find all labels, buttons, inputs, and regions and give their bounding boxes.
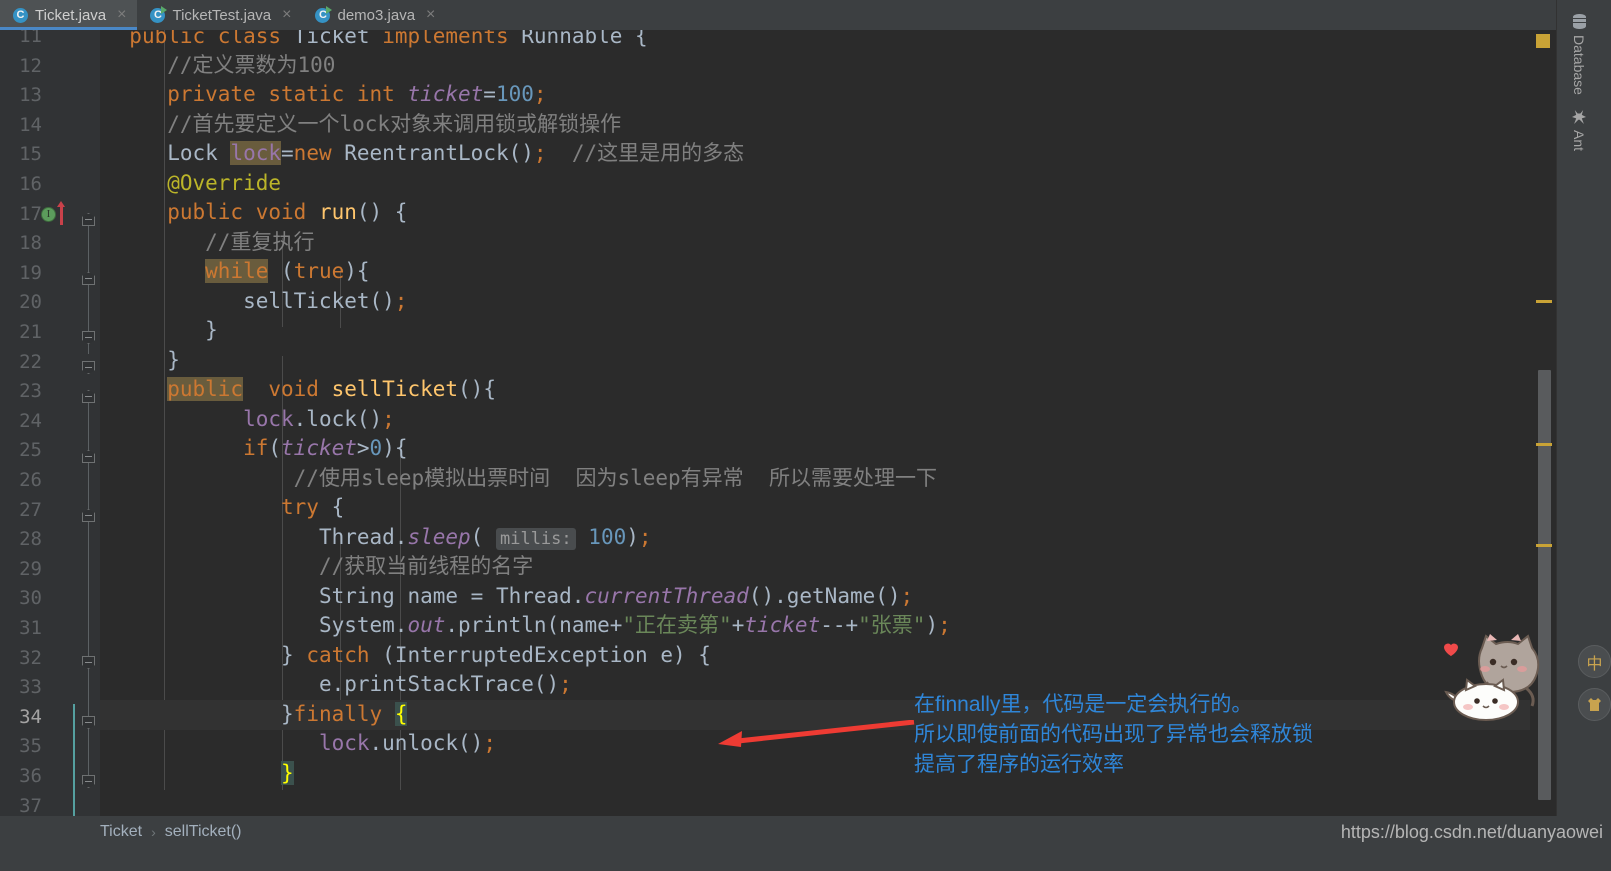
code-line-22[interactable]: } xyxy=(100,346,1530,376)
parameter-hint: millis: xyxy=(495,528,576,550)
code-line-13[interactable]: private static int ticket=100; xyxy=(100,80,1530,110)
code-line-12[interactable]: //定义票数为100 xyxy=(100,51,1530,81)
tool-tab-ant[interactable]: Ant xyxy=(1571,110,1587,151)
editor-tab-ticket-java[interactable]: Ticket.java × xyxy=(0,0,138,30)
fold-icon[interactable] xyxy=(82,213,95,226)
warning-marker[interactable] xyxy=(1536,34,1550,48)
code-line-24[interactable]: lock.lock(); xyxy=(100,405,1530,435)
line-number-gutter[interactable]: 11 12 13 14 15 16 17 18 19 20 21 22 23 24 25 26 27 28 29 30… xyxy=(0,30,100,816)
fold-icon[interactable] xyxy=(82,450,95,463)
implementing-method-icon[interactable] xyxy=(41,207,56,222)
java-class-icon xyxy=(13,7,28,23)
gutter-markers xyxy=(0,30,100,816)
fold-icon[interactable] xyxy=(82,331,95,344)
annotation-line-2: 所以即使前面的代码出现了异常也会释放锁 xyxy=(914,723,1313,746)
editor-tab-label: Ticket.java xyxy=(35,6,107,24)
editor-tab-demo3-java[interactable]: demo3.java × xyxy=(302,0,446,30)
editor-tab-label: TicketTest.java xyxy=(172,6,272,24)
tool-tab-label: Database xyxy=(1571,35,1587,95)
highlight-stripe xyxy=(1536,544,1552,547)
annotation-line-3: 提高了程序的运行效率 xyxy=(914,753,1124,776)
idea-editor-window: Ticket.java × TicketTest.java × demo3.ja… xyxy=(0,0,1611,871)
fold-icon[interactable] xyxy=(82,716,95,729)
highlight-stripe xyxy=(1536,443,1552,446)
code-line-31[interactable]: System.out.println(name+"正在卖第"+ticket--+… xyxy=(100,611,1530,641)
breadcrumb-item-class[interactable]: Ticket xyxy=(100,823,142,841)
current-scope-indicator xyxy=(73,704,75,816)
fold-icon[interactable] xyxy=(82,361,95,374)
ime-chinese-mode-button[interactable]: 中 xyxy=(1578,645,1611,678)
fold-icon[interactable] xyxy=(82,272,95,285)
code-line-11[interactable]: public class Ticket implements Runnable … xyxy=(100,30,1530,52)
chevron-right-icon: › xyxy=(151,824,156,840)
code-content[interactable]: public class Ticket implements Runnable … xyxy=(100,30,1530,816)
breadcrumb-item-method[interactable]: sellTicket() xyxy=(165,823,242,841)
ant-icon xyxy=(1572,110,1586,124)
override-arrow-icon xyxy=(57,201,65,225)
code-line-14[interactable]: //首先要定义一个lock对象来调用锁或解锁操作 xyxy=(100,110,1530,140)
code-line-29[interactable]: //获取当前线程的名字 xyxy=(100,552,1530,582)
code-line-21[interactable]: } xyxy=(100,316,1530,346)
tool-tab-database[interactable]: Database xyxy=(1571,14,1587,95)
ime-floating-buttons: 中 xyxy=(1578,645,1611,735)
fold-icon[interactable] xyxy=(82,509,95,522)
code-line-33[interactable]: e.printStackTrace(); xyxy=(100,670,1530,700)
code-line-26[interactable]: //使用sleep模拟出票时间 因为sleep有异常 所以需要处理一下 xyxy=(100,464,1530,494)
fold-icon[interactable] xyxy=(82,775,95,788)
editor-tab-bar: Ticket.java × TicketTest.java × demo3.ja… xyxy=(0,0,1611,30)
watermark-url: https://blog.csdn.net/duanyaowei xyxy=(1340,822,1603,842)
right-tool-window-bar: Database Ant xyxy=(1556,0,1611,871)
code-line-20[interactable]: sellTicket(); xyxy=(100,287,1530,317)
tool-tab-label: Ant xyxy=(1571,130,1587,152)
two-cats-with-heart-sticker xyxy=(1444,634,1540,721)
code-line-37[interactable] xyxy=(100,788,1530,816)
code-line-17[interactable]: public void run() { xyxy=(100,198,1530,228)
code-line-32[interactable]: } catch (InterruptedException e) { xyxy=(100,641,1530,671)
editor-tab-tickettest-java[interactable]: TicketTest.java × xyxy=(137,0,302,30)
code-line-28[interactable]: Thread.sleep( millis: 100); xyxy=(100,523,1530,553)
code-line-25[interactable]: if(ticket>0){ xyxy=(100,434,1530,464)
code-line-19[interactable]: while (true){ xyxy=(100,257,1530,287)
ime-skin-button[interactable] xyxy=(1578,688,1611,721)
scrollbar-thumb[interactable] xyxy=(1538,370,1551,800)
code-line-16[interactable]: @Override xyxy=(100,169,1530,199)
fold-range-line xyxy=(88,285,89,337)
annotation-text: 在finnally里，代码是一定会执行的。 所以即使前面的代码出现了异常也会释放… xyxy=(914,690,1313,780)
annotation-line-1: 在finnally里，代码是一定会执行的。 xyxy=(914,693,1253,716)
close-icon[interactable]: × xyxy=(117,7,126,23)
fold-icon[interactable] xyxy=(82,390,95,403)
highlight-stripe xyxy=(1536,300,1552,303)
code-line-27[interactable]: try { xyxy=(100,493,1530,523)
code-line-30[interactable]: String name = Thread.currentThread().get… xyxy=(100,582,1530,612)
shirt-icon xyxy=(1588,698,1601,711)
database-icon xyxy=(1572,14,1586,29)
close-icon[interactable]: × xyxy=(282,7,291,23)
java-runnable-class-icon xyxy=(315,5,333,23)
annotation-arrow xyxy=(718,720,915,747)
editor-tab-label: demo3.java xyxy=(337,6,416,24)
java-runnable-class-icon xyxy=(150,5,168,23)
code-line-15[interactable]: Lock lock=new ReentrantLock(); //这里是用的多态 xyxy=(100,139,1530,169)
code-line-36[interactable]: } xyxy=(100,759,1530,789)
code-line-18[interactable]: //重复执行 xyxy=(100,228,1530,258)
status-bar xyxy=(0,848,1611,871)
close-icon[interactable]: × xyxy=(426,7,435,23)
fold-icon[interactable] xyxy=(82,656,95,669)
code-line-23[interactable]: public void sellTicket(){ xyxy=(100,375,1530,405)
